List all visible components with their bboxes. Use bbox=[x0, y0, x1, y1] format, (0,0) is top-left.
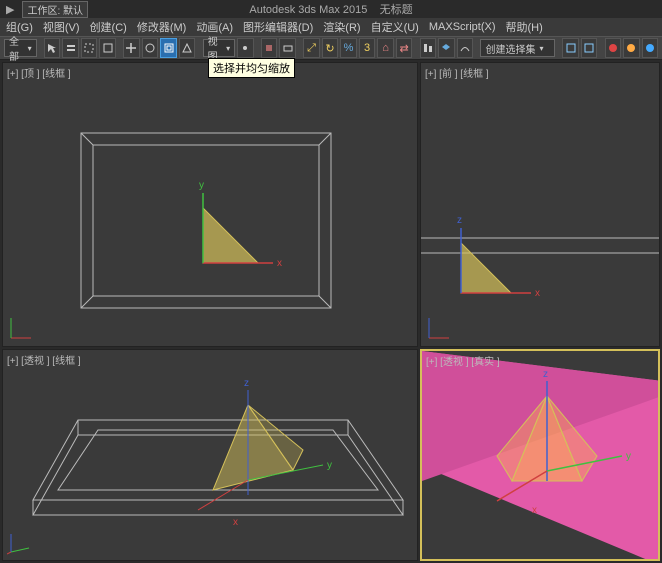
edit-named-selection-button[interactable]: ⌂ bbox=[377, 38, 394, 58]
curve-editor-button[interactable] bbox=[457, 38, 474, 58]
app-title: Autodesk 3ds Max 2015 bbox=[249, 4, 367, 16]
window-crossing-button[interactable] bbox=[99, 38, 116, 58]
material-editor-button[interactable] bbox=[605, 38, 622, 58]
render-setup-button[interactable] bbox=[623, 38, 640, 58]
axis-indicator-icon bbox=[425, 316, 451, 342]
axis-indicator-icon bbox=[7, 316, 33, 342]
svg-text:z: z bbox=[457, 215, 462, 226]
snap-toggle-button[interactable]: ⤢ bbox=[303, 38, 320, 58]
svg-text:x: x bbox=[532, 505, 537, 516]
select-rotate-button[interactable] bbox=[142, 38, 159, 58]
selection-filter-dropdown[interactable]: 全部 bbox=[4, 39, 37, 57]
viewport-top[interactable]: [+] [顶 ] [线框 ] x y bbox=[2, 62, 418, 347]
toolbar-btn-a[interactable] bbox=[562, 38, 579, 58]
document-title: 无标题 bbox=[380, 4, 413, 16]
axis-y-label: y bbox=[199, 180, 204, 191]
viewport-front-label[interactable]: [+] [前 ] [线框 ] bbox=[425, 65, 489, 80]
menu-maxscript[interactable]: MAXScript(X) bbox=[429, 21, 496, 33]
named-selection-set-dropdown[interactable]: 创建选择集 bbox=[480, 39, 555, 57]
axis-indicator-icon bbox=[7, 530, 33, 556]
svg-text:y: y bbox=[626, 451, 631, 462]
select-by-name-button[interactable] bbox=[62, 38, 79, 58]
workspace-selector[interactable]: 工作区: 默认 bbox=[22, 1, 88, 18]
align-button[interactable] bbox=[420, 38, 437, 58]
titlebar: ▶ 工作区: 默认 Autodesk 3ds Max 2015 无标题 bbox=[0, 0, 662, 18]
menu-render[interactable]: 渲染(R) bbox=[323, 19, 360, 35]
menu-custom[interactable]: 自定义(U) bbox=[371, 19, 419, 35]
menu-help[interactable]: 帮助(H) bbox=[505, 19, 542, 35]
select-move-button[interactable] bbox=[123, 38, 140, 58]
viewport-grid: [+] [顶 ] [线框 ] x y [+] [前 ] [线框 ] bbox=[0, 60, 662, 563]
viewport-top-label[interactable]: [+] [顶 ] [线框 ] bbox=[7, 65, 71, 80]
select-scale-button[interactable] bbox=[160, 38, 177, 58]
svg-text:z: z bbox=[244, 378, 249, 389]
select-manipulate-button[interactable] bbox=[261, 38, 278, 58]
menu-modifier[interactable]: 修改器(M) bbox=[137, 19, 187, 35]
render-frame-button[interactable] bbox=[642, 38, 659, 58]
axis-x-label: x bbox=[277, 258, 282, 269]
use-pivot-center-button[interactable] bbox=[237, 38, 254, 58]
tooltip: 选择并均匀缩放 bbox=[208, 58, 295, 78]
svg-text:y: y bbox=[327, 460, 332, 471]
viewport-persp-wire-label[interactable]: [+] [透视 ] [线框 ] bbox=[7, 352, 81, 367]
layer-manager-button[interactable] bbox=[438, 38, 455, 58]
select-place-button[interactable] bbox=[179, 38, 196, 58]
svg-text:x: x bbox=[535, 288, 540, 299]
angle-snap-button[interactable]: ↻ bbox=[322, 38, 339, 58]
rectangle-select-button[interactable] bbox=[81, 38, 98, 58]
main-toolbar: 全部 视图 ⤢ ↻ % 3 ⌂ ⇄ 创建选择集 bbox=[0, 36, 662, 60]
menu-grapheditor[interactable]: 图形编辑器(D) bbox=[243, 19, 313, 35]
menu-view[interactable]: 视图(V) bbox=[43, 19, 80, 35]
select-object-button[interactable] bbox=[44, 38, 61, 58]
spinner-snap-button[interactable]: 3 bbox=[359, 38, 376, 58]
svg-text:x: x bbox=[233, 517, 238, 528]
titlebar-triangle-icon: ▶ bbox=[6, 3, 14, 16]
menu-create[interactable]: 创建(C) bbox=[90, 19, 127, 35]
svg-text:z: z bbox=[543, 369, 548, 380]
viewport-front[interactable]: [+] [前 ] [线框 ] x z bbox=[420, 62, 660, 347]
viewport-persp-real-label[interactable]: [+] [透视 ] [真实 ] bbox=[426, 353, 500, 368]
menubar: 组(G) 视图(V) 创建(C) 修改器(M) 动画(A) 图形编辑器(D) 渲… bbox=[0, 18, 662, 36]
viewport-perspective-wire[interactable]: [+] [透视 ] [线框 ] z y x bbox=[2, 349, 418, 561]
viewport-perspective-real[interactable]: [+] [透视 ] [真实 ] z y x bbox=[420, 349, 660, 561]
reference-coord-dropdown[interactable]: 视图 bbox=[203, 39, 236, 57]
percent-snap-button[interactable]: % bbox=[340, 38, 357, 58]
mirror-button[interactable]: ⇄ bbox=[396, 38, 413, 58]
keyboard-shortcut-button[interactable] bbox=[279, 38, 296, 58]
toolbar-btn-b[interactable] bbox=[581, 38, 598, 58]
